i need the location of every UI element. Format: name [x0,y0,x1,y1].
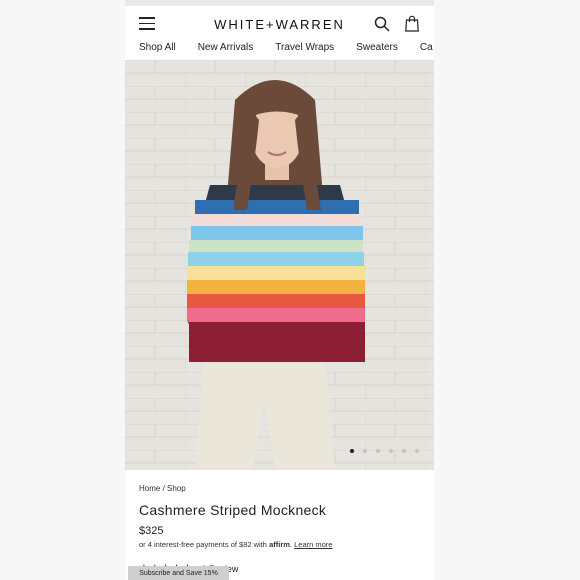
nav-item-new-arrivals[interactable]: New Arrivals [198,42,254,60]
breadcrumb-home[interactable]: Home [139,484,160,493]
nav-item-truncated[interactable]: Ca [420,42,433,60]
shopping-bag-icon[interactable] [405,15,419,32]
product-price: $325 [139,525,164,537]
learn-more-link[interactable]: Learn more [294,540,332,549]
affirm-text: or 4 interest-free payments of $82 with [139,540,267,549]
site-header: WHITE+WARREN [125,6,434,42]
product-info: Home / Shop Cashmere Striped Mockneck $3… [125,470,434,575]
affirm-logo: affirm [269,540,290,549]
nav-item-shop-all[interactable]: Shop All [139,42,176,60]
product-photo [125,60,434,470]
breadcrumb-shop[interactable]: Shop [167,484,186,493]
carousel-dot[interactable] [350,449,354,453]
nav-item-sweaters[interactable]: Sweaters [356,42,398,60]
product-image-carousel[interactable] [125,60,434,470]
carousel-dot[interactable] [389,449,393,453]
carousel-dot[interactable] [415,449,419,453]
product-title: Cashmere Striped Mockneck [139,502,327,518]
breadcrumb: Home / Shop [139,484,420,493]
carousel-dot[interactable] [376,449,380,453]
carousel-dot[interactable] [402,449,406,453]
carousel-dots [350,449,428,453]
affirm-message: or 4 interest-free payments of $82 with … [139,540,420,549]
brand-logo[interactable]: WHITE+WARREN [214,17,345,32]
nav-item-travel-wraps[interactable]: Travel Wraps [275,42,334,60]
phone-viewport: WHITE+WARREN Shop All New Arrivals Trave… [125,0,434,580]
category-nav: Shop All New Arrivals Travel Wraps Sweat… [125,42,434,60]
subscribe-tab[interactable]: Subscribe and Save 15% [128,566,229,580]
affirm-period: . [289,540,293,549]
carousel-dot[interactable] [363,449,367,453]
search-icon[interactable] [374,16,390,32]
hamburger-icon[interactable] [139,17,155,31]
breadcrumb-separator: / [162,484,165,493]
